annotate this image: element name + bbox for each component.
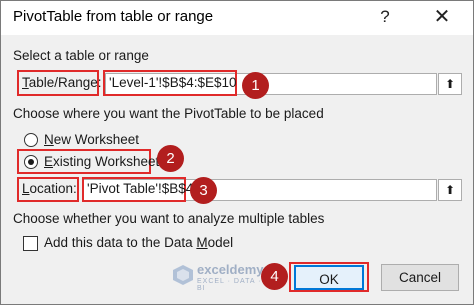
placement-heading: Choose where you want the PivotTable to … <box>13 106 324 121</box>
step-1-badge: 1 <box>242 72 269 99</box>
data-model-checkbox[interactable] <box>23 236 38 251</box>
existing-worksheet-label: Existing Worksheet <box>44 154 160 169</box>
new-worksheet-radio[interactable] <box>24 133 38 147</box>
multiple-tables-heading: Choose whether you want to analyze multi… <box>13 211 325 226</box>
select-range-heading: Select a table or range <box>13 48 149 63</box>
step-4-badge: 4 <box>261 263 288 290</box>
table-range-value: 'Level-1'!$B$4:$E$10 <box>109 75 237 90</box>
location-value: 'Pivot Table'!$B$4 <box>87 181 194 196</box>
location-collapse-button[interactable]: ⬆ <box>438 179 462 201</box>
ok-button[interactable]: OK <box>294 265 364 290</box>
step-3-badge: 3 <box>190 177 217 204</box>
help-icon[interactable]: ? <box>372 5 398 29</box>
table-range-label: Table/Range: <box>22 75 102 90</box>
radio-selected-dot <box>28 159 34 165</box>
collapse-dialog-icon: ⬆ <box>444 77 456 91</box>
cancel-button[interactable]: Cancel <box>381 264 459 291</box>
data-model-label: Add this data to the Data Model <box>44 235 234 250</box>
range-collapse-button[interactable]: ⬆ <box>438 73 462 95</box>
dialog-title: PivotTable from table or range <box>13 8 214 25</box>
existing-worksheet-radio[interactable] <box>24 155 38 169</box>
step-2-badge: 2 <box>157 145 184 172</box>
exceldemy-watermark: exceldemy EXCEL · DATA · BI <box>172 258 264 298</box>
location-label: Location: <box>22 181 77 196</box>
new-worksheet-label: New Worksheet <box>44 132 140 147</box>
close-icon[interactable]: ✕ <box>428 4 456 30</box>
collapse-dialog-icon: ⬆ <box>444 183 456 197</box>
exceldemy-logo-icon <box>173 265 193 285</box>
